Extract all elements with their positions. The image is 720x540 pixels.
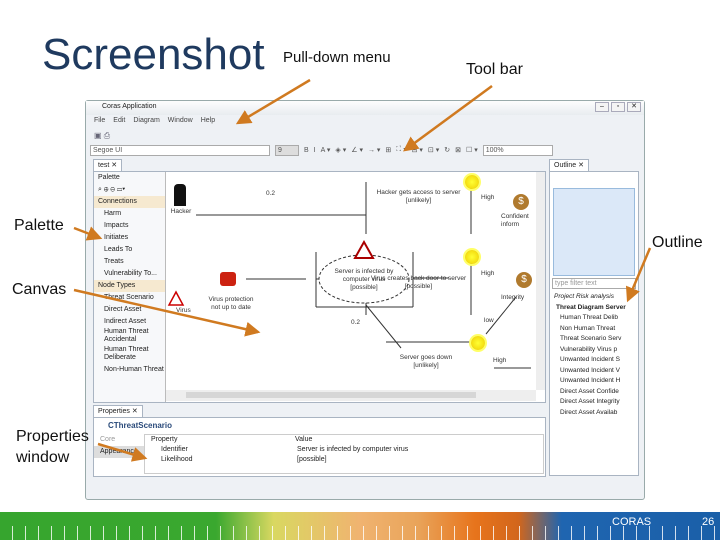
page-number: 26 [702, 516, 715, 528]
footer-ticks [0, 526, 720, 540]
annotation-arrows [73, 78, 652, 462]
footer-brand: CORAS [612, 516, 652, 528]
